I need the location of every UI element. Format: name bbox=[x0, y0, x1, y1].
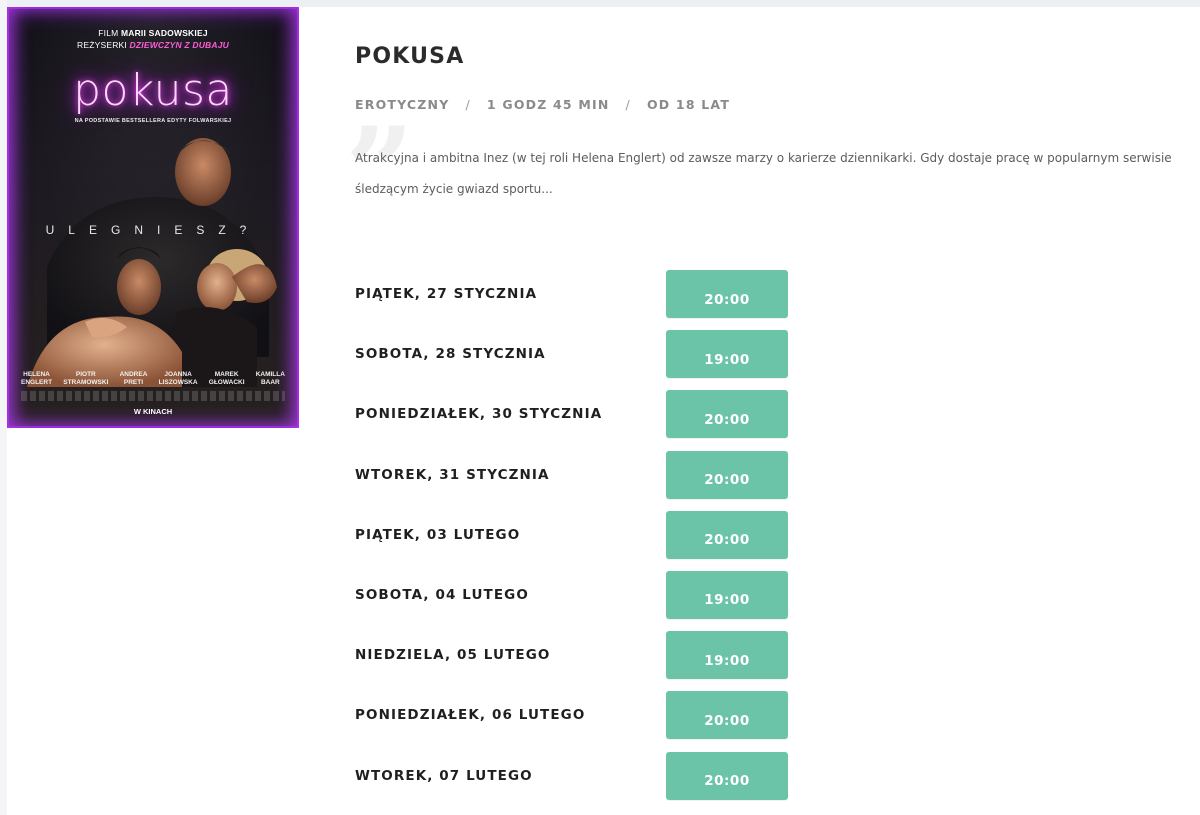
showtime-row: SOBOTA, 04 LUTEGO 19:00 bbox=[355, 570, 875, 631]
meta-separator: / bbox=[625, 97, 631, 112]
movie-description: Atrakcyjna i ambitna Inez (w tej roli He… bbox=[355, 151, 1172, 196]
showtime-date: PONIEDZIAŁEK, 30 STYCZNIA bbox=[355, 406, 603, 423]
showtime-date: SOBOTA, 28 STYCZNIA bbox=[355, 346, 546, 363]
showtime-button[interactable]: 19:00 bbox=[666, 631, 788, 680]
showtime-button[interactable]: 20:00 bbox=[666, 390, 788, 439]
cast-member: ANDREA PRETI bbox=[119, 371, 148, 386]
movie-duration: 1 GODZ 45 MIN bbox=[486, 97, 610, 112]
showtime-button[interactable]: 20:00 bbox=[666, 751, 788, 800]
showtime-button[interactable]: 19:00 bbox=[666, 570, 788, 619]
top-bar bbox=[0, 0, 1200, 7]
showtime-row: WTOREK, 31 STYCZNIA 20:00 bbox=[355, 450, 875, 511]
showtime-date: PIĄTEK, 03 LUTEGO bbox=[355, 526, 521, 543]
showtime-date: WTOREK, 31 STYCZNIA bbox=[355, 466, 550, 483]
poster-credit-block bbox=[21, 391, 285, 401]
poster-subtitle: NA PODSTAWIE BESTSELLERA EDYTY FOLWARSKI… bbox=[74, 118, 232, 124]
showtime-date: SOBOTA, 04 LUTEGO bbox=[355, 586, 529, 603]
meta-separator: / bbox=[465, 97, 471, 112]
showtimes-list: PIĄTEK, 27 STYCZNIA 20:00 SOBOTA, 28 STY… bbox=[355, 270, 875, 812]
showtime-date: PONIEDZIAŁEK, 06 LUTEGO bbox=[355, 707, 586, 724]
showtime-row: PONIEDZIAŁEK, 06 LUTEGO 20:00 bbox=[355, 691, 875, 751]
poster-artwork bbox=[27, 138, 277, 387]
showtime-button[interactable]: 20:00 bbox=[666, 450, 788, 499]
cast-member: MAREK GŁOWACKI bbox=[208, 371, 245, 386]
showtime-row: WTOREK, 07 LUTEGO 20:00 bbox=[355, 751, 875, 812]
poster-title: pokusa bbox=[73, 65, 233, 116]
showtime-row: PONIEDZIAŁEK, 30 STYCZNIA 20:00 bbox=[355, 390, 875, 450]
showtime-date: WTOREK, 07 LUTEGO bbox=[355, 767, 533, 784]
movie-poster[interactable]: FILM MARII SADOWSKIEJ REŻYSERKI DZIEWCZY… bbox=[7, 7, 299, 428]
poster-tagline: ULEGNIESZ? bbox=[45, 223, 261, 237]
poster-cast: HELENA ENGLERT PIOTR STRAMOWSKI ANDREA PRET… bbox=[21, 371, 285, 387]
showtime-button[interactable]: 20:00 bbox=[666, 510, 788, 559]
left-edge bbox=[0, 0, 7, 815]
showtime-row: NIEDZIELA, 05 LUTEGO 19:00 bbox=[355, 631, 875, 691]
showtime-row: PIĄTEK, 03 LUTEGO 20:00 bbox=[355, 510, 875, 571]
movie-rating: OD 18 LAT bbox=[646, 97, 731, 112]
showtime-button[interactable]: 20:00 bbox=[666, 691, 788, 740]
cast-member: PIOTR STRAMOWSKI bbox=[63, 371, 109, 386]
movie-title: POKUSA bbox=[355, 44, 465, 69]
cast-member: KAMILLA BAAR bbox=[255, 371, 285, 386]
showtime-row: SOBOTA, 28 STYCZNIA 19:00 bbox=[355, 330, 875, 390]
showtime-button[interactable]: 20:00 bbox=[666, 270, 788, 318]
cast-member: HELENA ENGLERT bbox=[21, 371, 53, 386]
showtime-row: PIĄTEK, 27 STYCZNIA 20:00 bbox=[355, 270, 875, 330]
cast-member: JOANNA LISZOWSKA bbox=[158, 371, 198, 386]
showtime-button[interactable]: 19:00 bbox=[666, 330, 788, 379]
poster-release: W KINACH bbox=[133, 407, 173, 416]
poster-director-credit: FILM MARII SADOWSKIEJ REŻYSERKI DZIEWCZY… bbox=[76, 28, 229, 50]
showtime-date: PIĄTEK, 27 STYCZNIA bbox=[355, 286, 538, 302]
showtime-date: NIEDZIELA, 05 LUTEGO bbox=[355, 647, 551, 664]
